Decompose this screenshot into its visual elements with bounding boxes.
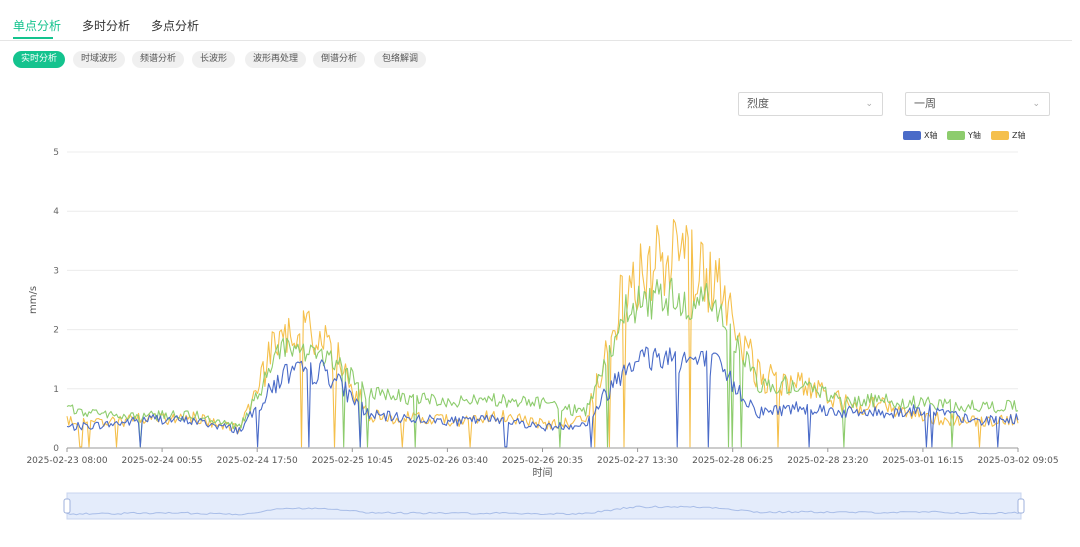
x-tick-label: 2025-02-25 10:45 [312,456,393,466]
x-tick-label: 2025-02-23 08:00 [26,456,107,466]
subtab-waveform-reprocess[interactable]: 波形再处理 [245,51,307,68]
range-select[interactable]: 一周 ⌄ [905,92,1050,116]
subtab-long-waveform[interactable]: 长波形 [192,51,236,68]
x-tick-label: 2025-02-24 00:55 [122,456,203,466]
legend-label: Z轴 [1012,131,1026,140]
subtab-time-waveform[interactable]: 时域波形 [73,51,126,68]
x-tick-label: 2025-02-24 17:50 [217,456,298,466]
zoom-slider[interactable] [0,488,1080,528]
y-tick-label: 4 [53,207,59,217]
tab-multi-time[interactable]: 多时分析 [82,17,130,34]
active-tab-indicator [13,37,53,39]
x-axis-title: 时间 [533,466,553,479]
subtab-cepstrum[interactable]: 倒谱分析 [313,51,366,68]
chevron-down-icon: ⌄ [865,99,873,109]
x-tick-label: 2025-02-28 06:25 [692,456,773,466]
subtab-spectrum[interactable]: 频谱分析 [132,51,185,68]
zoom-handle-left[interactable] [63,498,71,514]
subtab-realtime[interactable]: 实时分析 [13,51,66,68]
x-tick-label: 2025-02-28 23:20 [787,456,868,466]
legend-label: Y轴 [968,131,981,140]
y-tick-label: 1 [53,385,59,395]
subtab-envelope[interactable]: 包络解调 [374,51,427,68]
y-tick-label: 0 [53,444,59,454]
tab-single-point[interactable]: 单点分析 [13,17,61,34]
x-tick-label: 2025-02-27 13:30 [597,456,678,466]
x-tick-label: 2025-03-02 09:05 [977,456,1058,466]
metric-select[interactable]: 烈度 ⌄ [738,92,883,116]
zoom-handle-right[interactable] [1017,498,1025,514]
y-tick-label: 3 [53,266,59,276]
chevron-down-icon: ⌄ [1032,99,1040,109]
legend-swatch [947,131,965,140]
zoom-track[interactable] [66,492,1022,520]
metric-select-value: 烈度 [747,97,769,110]
range-select-value: 一周 [914,97,936,110]
analysis-tabs: 单点分析 多时分析 多点分析 [0,0,1072,41]
x-tick-label: 2025-03-01 16:15 [882,456,963,466]
x-tick-label: 2025-02-26 20:35 [502,456,583,466]
y-axis-title: mm/s [28,286,39,314]
x-tick-label: 2025-02-26 03:40 [407,456,488,466]
legend-swatch [991,131,1009,140]
legend-swatch [903,131,921,140]
y-tick-label: 2 [53,326,59,336]
y-tick-label: 5 [53,148,59,158]
series-line-Z轴 [66,219,1019,448]
tab-multi-point[interactable]: 多点分析 [151,17,199,34]
vibration-line-chart: 0 1 2 3 4 5 2025-02-23 08:00 2025-02-24 00:55 20… [26,148,1058,479]
legend-label: X轴 [924,131,938,140]
